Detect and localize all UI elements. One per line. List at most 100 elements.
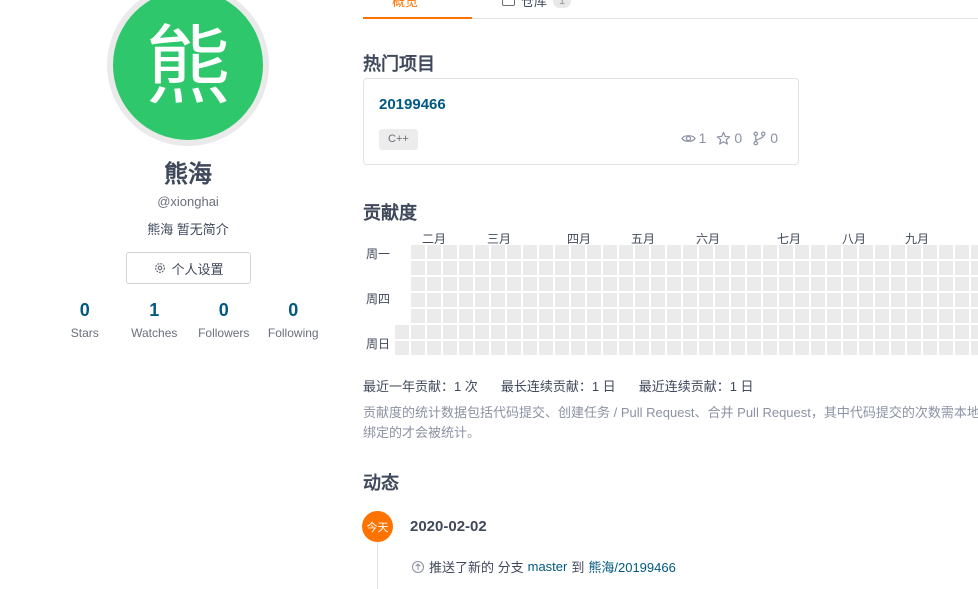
contribution-cell[interactable]	[427, 309, 441, 323]
contribution-cell[interactable]	[683, 293, 697, 307]
contribution-cell[interactable]	[539, 293, 553, 307]
contribution-cell[interactable]	[395, 325, 409, 339]
contribution-cell[interactable]	[875, 277, 889, 291]
contribution-cell[interactable]	[635, 341, 649, 355]
contribution-cell[interactable]	[491, 341, 505, 355]
contribution-cell[interactable]	[859, 325, 873, 339]
contribution-cell[interactable]	[811, 309, 825, 323]
contribution-cell[interactable]	[603, 245, 617, 259]
contribution-cell[interactable]	[971, 277, 978, 291]
contribution-cell[interactable]	[843, 293, 857, 307]
contribution-cell[interactable]	[411, 293, 425, 307]
contribution-cell[interactable]	[859, 277, 873, 291]
contribution-cell[interactable]	[587, 261, 601, 275]
contribution-cell[interactable]	[955, 341, 969, 355]
contribution-cell[interactable]	[491, 245, 505, 259]
contribution-cell[interactable]	[779, 293, 793, 307]
contribution-cell[interactable]	[875, 341, 889, 355]
contribution-cell[interactable]	[763, 245, 777, 259]
contribution-cell[interactable]	[683, 341, 697, 355]
contribution-cell[interactable]	[779, 277, 793, 291]
contribution-cell[interactable]	[411, 261, 425, 275]
contribution-cell[interactable]	[875, 245, 889, 259]
contribution-cell[interactable]	[459, 261, 473, 275]
contribution-cell[interactable]	[779, 325, 793, 339]
contribution-cell[interactable]	[459, 309, 473, 323]
contribution-cell[interactable]	[475, 309, 489, 323]
contribution-cell[interactable]	[571, 277, 585, 291]
contribution-cell[interactable]	[891, 245, 905, 259]
contribution-cell[interactable]	[539, 261, 553, 275]
contribution-cell[interactable]	[715, 277, 729, 291]
contribution-cell[interactable]	[795, 341, 809, 355]
contribution-cell[interactable]	[827, 277, 841, 291]
contribution-cell[interactable]	[507, 293, 521, 307]
contribution-cell[interactable]	[571, 341, 585, 355]
contribution-cell[interactable]	[731, 309, 745, 323]
contribution-cell[interactable]	[939, 293, 953, 307]
contribution-cell[interactable]	[715, 309, 729, 323]
contribution-cell[interactable]	[667, 293, 681, 307]
contribution-cell[interactable]	[667, 245, 681, 259]
contribution-cell[interactable]	[971, 261, 978, 275]
contribution-cell[interactable]	[619, 325, 633, 339]
contribution-cell[interactable]	[875, 325, 889, 339]
contribution-cell[interactable]	[539, 277, 553, 291]
contribution-cell[interactable]	[843, 325, 857, 339]
contribution-cell[interactable]	[523, 293, 537, 307]
contribution-cell[interactable]	[843, 277, 857, 291]
contribution-cell[interactable]	[523, 245, 537, 259]
contribution-cell[interactable]	[955, 293, 969, 307]
contribution-cell[interactable]	[907, 277, 921, 291]
contribution-cell[interactable]	[827, 261, 841, 275]
contribution-cell[interactable]	[747, 277, 761, 291]
contribution-cell[interactable]	[459, 277, 473, 291]
contribution-cell[interactable]	[635, 277, 649, 291]
contribution-cell[interactable]	[811, 277, 825, 291]
contribution-cell[interactable]	[875, 309, 889, 323]
contribution-cell[interactable]	[443, 261, 457, 275]
contribution-cell[interactable]	[683, 277, 697, 291]
contribution-cell[interactable]	[651, 341, 665, 355]
contribution-cell[interactable]	[459, 325, 473, 339]
contribution-cell[interactable]	[603, 341, 617, 355]
contribution-cell[interactable]	[475, 325, 489, 339]
contribution-cell[interactable]	[891, 341, 905, 355]
contribution-cell[interactable]	[747, 309, 761, 323]
contribution-cell[interactable]	[635, 309, 649, 323]
contribution-cell[interactable]	[747, 325, 761, 339]
contribution-cell[interactable]	[411, 245, 425, 259]
contribution-cell[interactable]	[667, 309, 681, 323]
contribution-cell[interactable]	[523, 309, 537, 323]
contribution-cell[interactable]	[763, 277, 777, 291]
contribution-cell[interactable]	[731, 293, 745, 307]
contribution-cell[interactable]	[587, 293, 601, 307]
contribution-cell[interactable]	[939, 309, 953, 323]
contribution-cell[interactable]	[475, 245, 489, 259]
contribution-cell[interactable]	[427, 293, 441, 307]
contribution-cell[interactable]	[747, 245, 761, 259]
contribution-cell[interactable]	[747, 293, 761, 307]
contribution-cell[interactable]	[475, 293, 489, 307]
contribution-cell[interactable]	[667, 325, 681, 339]
contribution-cell[interactable]	[971, 325, 978, 339]
contribution-cell[interactable]	[411, 341, 425, 355]
contribution-cell[interactable]	[795, 261, 809, 275]
contribution-cell[interactable]	[539, 309, 553, 323]
contribution-cell[interactable]	[619, 261, 633, 275]
contribution-cell[interactable]	[427, 341, 441, 355]
contribution-cell[interactable]	[715, 341, 729, 355]
contribution-cell[interactable]	[811, 261, 825, 275]
contribution-cell[interactable]	[699, 309, 713, 323]
contribution-cell[interactable]	[827, 245, 841, 259]
contribution-cell[interactable]	[763, 293, 777, 307]
contribution-cell[interactable]	[955, 261, 969, 275]
contribution-cell[interactable]	[859, 309, 873, 323]
contribution-cell[interactable]	[443, 341, 457, 355]
contribution-cell[interactable]	[875, 261, 889, 275]
contribution-cell[interactable]	[443, 277, 457, 291]
contribution-cell[interactable]	[507, 341, 521, 355]
contribution-cell[interactable]	[603, 309, 617, 323]
contribution-cell[interactable]	[731, 245, 745, 259]
contribution-cell[interactable]	[731, 325, 745, 339]
